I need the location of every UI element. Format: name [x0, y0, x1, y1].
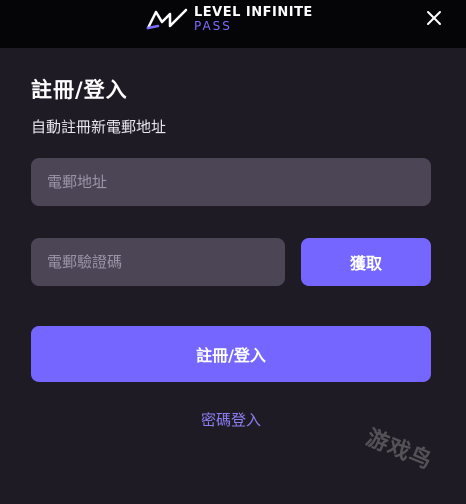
page-subtitle: 自動註冊新電郵地址: [31, 118, 167, 136]
close-icon: [427, 11, 441, 25]
logo-mark-icon: [146, 8, 188, 30]
register-login-button[interactable]: 註冊/登入: [31, 326, 431, 382]
page-title: 註冊/登入: [31, 78, 128, 102]
top-bar: LEVEL INFINITE PASS: [0, 0, 466, 48]
logo-text-level-infinite: LEVEL INFINITE: [194, 5, 313, 20]
email-input[interactable]: [31, 158, 431, 206]
verification-code-input[interactable]: [31, 238, 285, 286]
close-button[interactable]: [424, 8, 444, 28]
level-infinite-pass-logo: LEVEL INFINITE PASS: [146, 6, 313, 32]
get-code-button[interactable]: 獲取: [301, 238, 431, 286]
logo-text-pass: PASS: [194, 19, 232, 33]
